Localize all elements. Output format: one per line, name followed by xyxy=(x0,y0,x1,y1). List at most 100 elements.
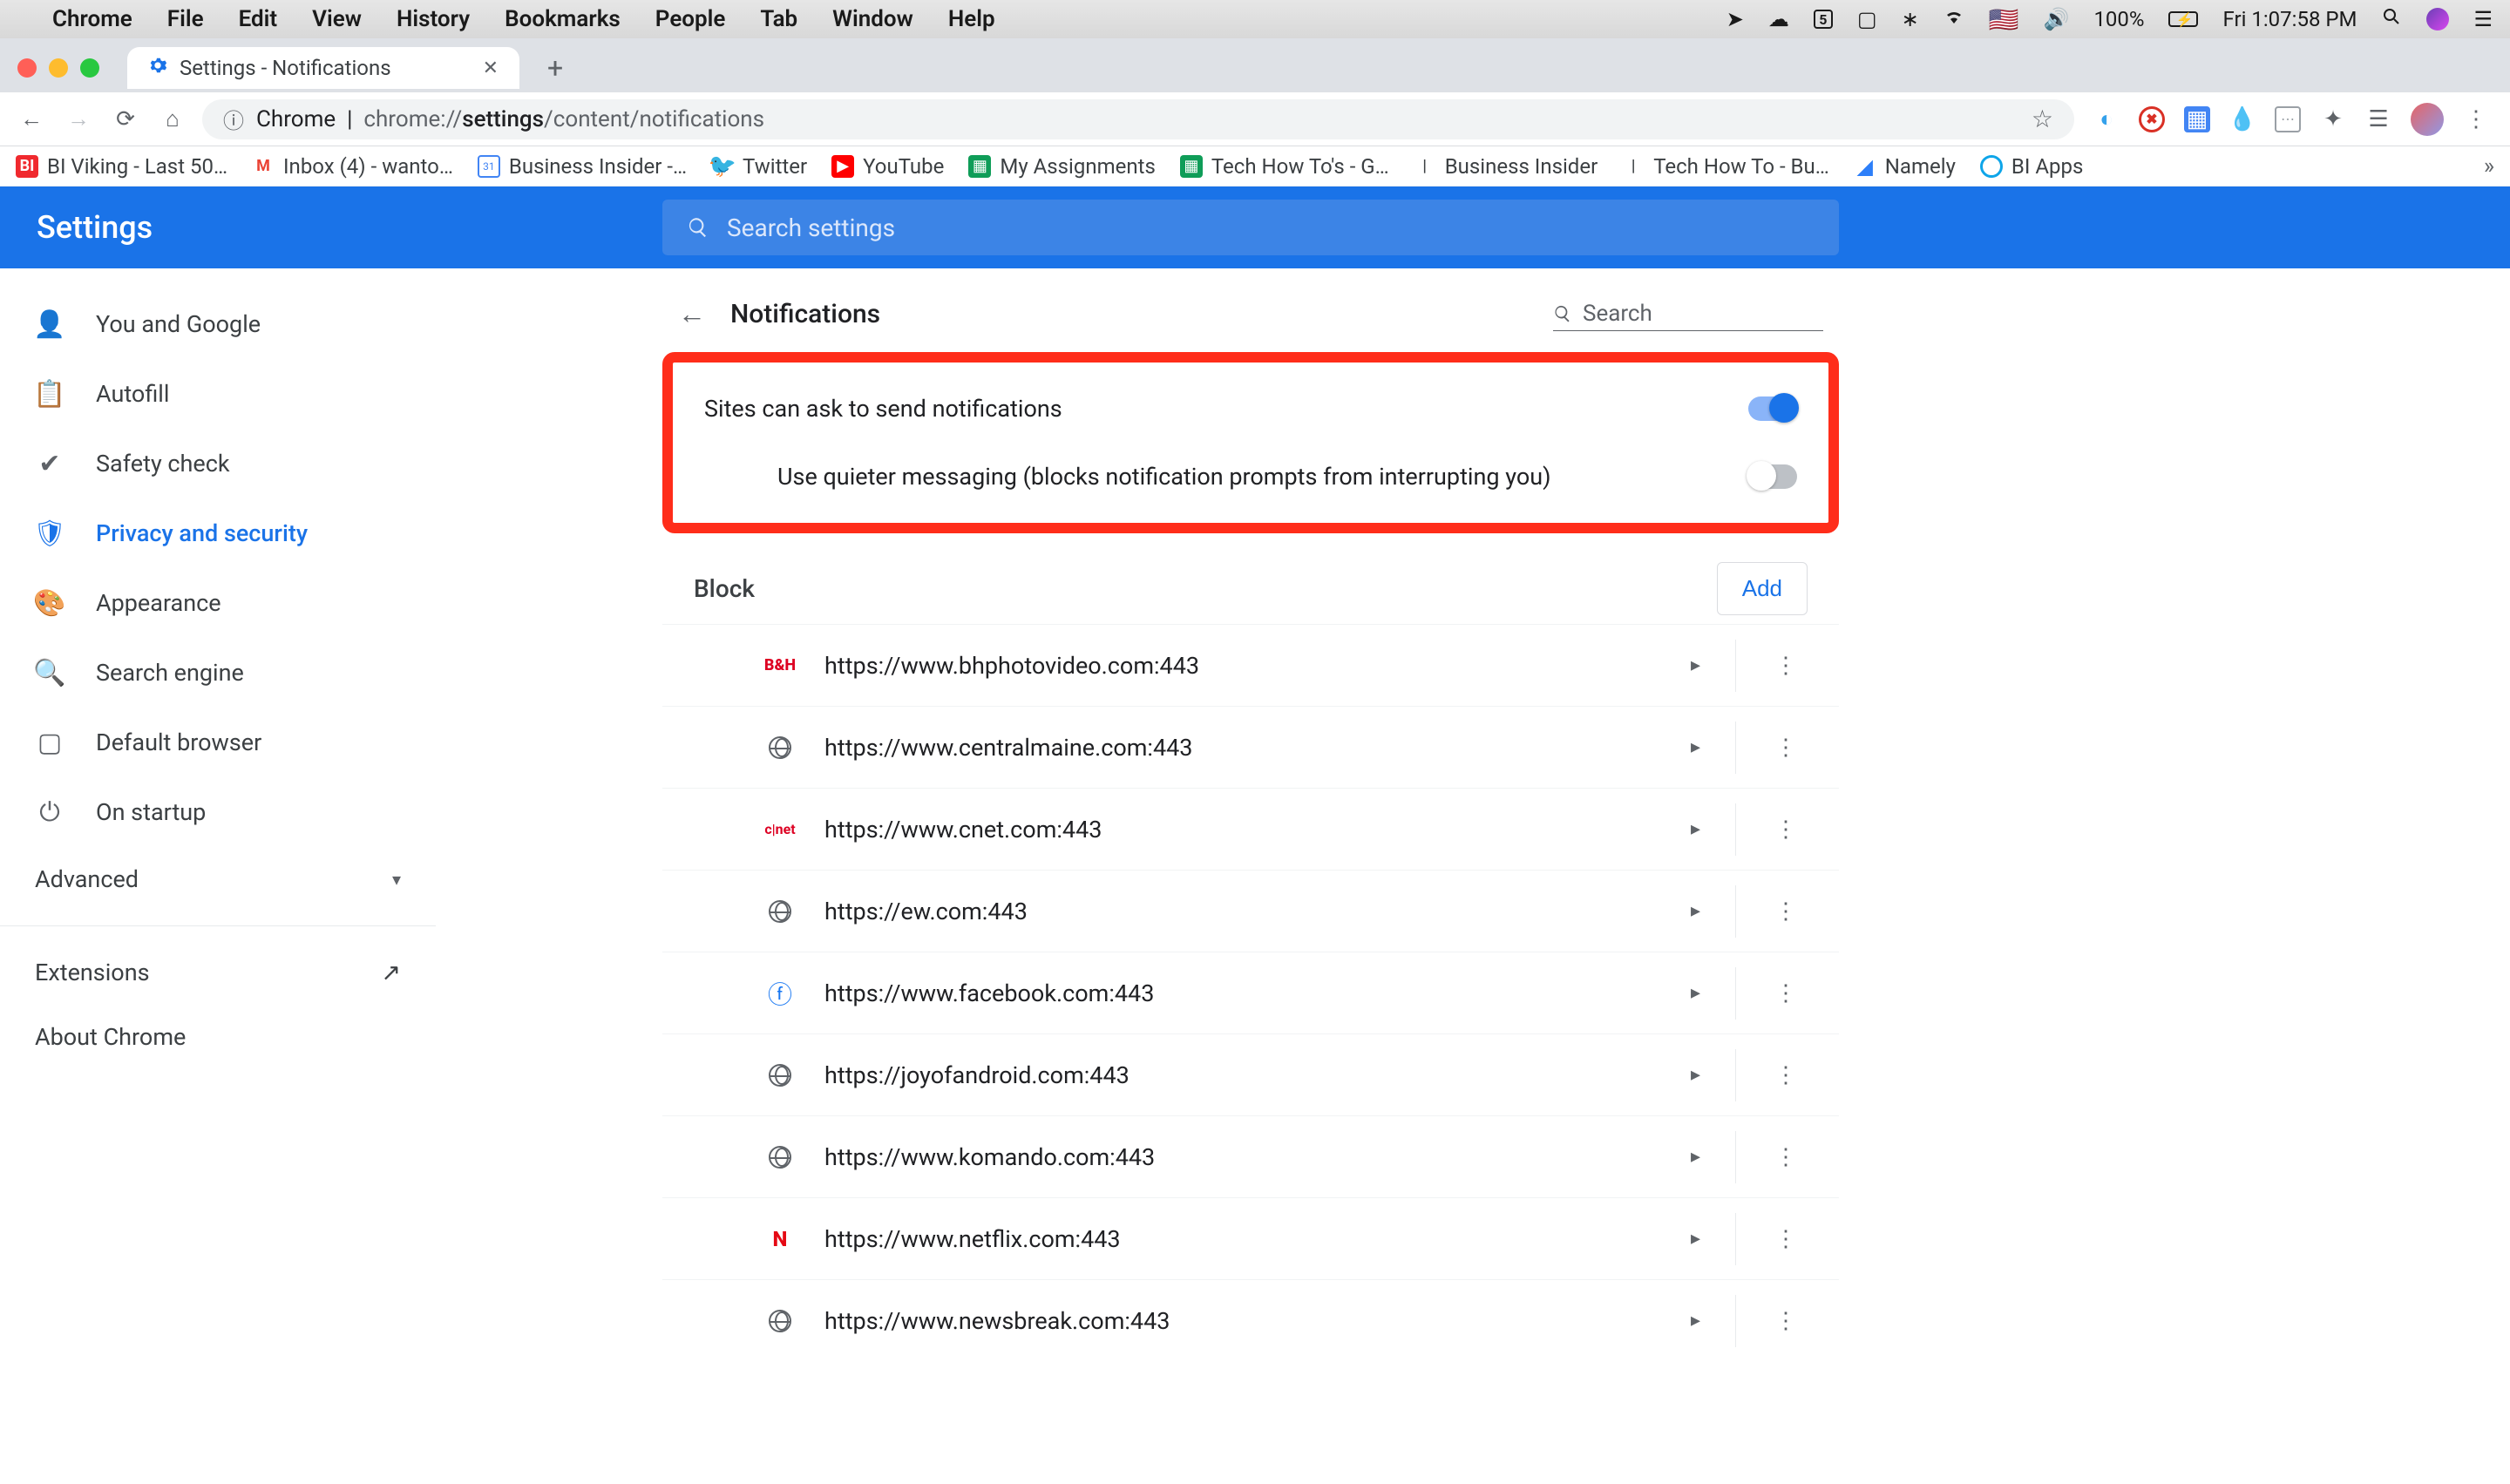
bookmarks-overflow-icon[interactable]: » xyxy=(2484,153,2494,180)
site-menu-button[interactable]: ⋮ xyxy=(1735,640,1808,692)
site-row[interactable]: https://www.centralmaine.com:443 ▸ ⋮ xyxy=(662,706,1839,788)
window-close-button[interactable] xyxy=(17,58,37,78)
site-menu-button[interactable]: ⋮ xyxy=(1735,1131,1808,1183)
chevron-right-icon[interactable]: ▸ xyxy=(1656,654,1735,676)
reload-button[interactable]: ⟳ xyxy=(108,102,143,137)
tab-close-button[interactable]: ✕ xyxy=(483,58,499,79)
chevron-right-icon[interactable]: ▸ xyxy=(1656,1064,1735,1086)
clock[interactable]: Fri 1:07:58 PM xyxy=(2222,7,2357,31)
content-search[interactable]: Search xyxy=(1553,297,1823,331)
sidebar-item-safety-check[interactable]: ✔Safety check xyxy=(0,429,436,498)
menu-app[interactable]: Chrome xyxy=(52,6,132,32)
sidebar-item-search-engine[interactable]: 🔍Search engine xyxy=(0,638,436,708)
add-button[interactable]: Add xyxy=(1717,562,1808,615)
site-row[interactable]: https://ew.com:443 ▸ ⋮ xyxy=(662,870,1839,952)
flag-icon[interactable]: 🇺🇸 xyxy=(1989,5,2019,34)
site-menu-button[interactable]: ⋮ xyxy=(1735,1049,1808,1101)
battery-percent[interactable]: 100% xyxy=(2093,7,2144,31)
siri-icon[interactable] xyxy=(2426,8,2449,30)
site-row[interactable]: ⓕ https://www.facebook.com:443 ▸ ⋮ xyxy=(662,952,1839,1033)
window-minimize-button[interactable] xyxy=(49,58,68,78)
sidebar-item-you-and-google[interactable]: 👤You and Google xyxy=(0,289,436,359)
window-maximize-button[interactable] xyxy=(80,58,99,78)
menu-history[interactable]: History xyxy=(397,6,470,32)
site-menu-button[interactable]: ⋮ xyxy=(1735,1295,1808,1347)
site-menu-button[interactable]: ⋮ xyxy=(1735,803,1808,856)
site-menu-button[interactable]: ⋮ xyxy=(1735,967,1808,1020)
chevron-right-icon[interactable]: ▸ xyxy=(1656,736,1735,758)
bookmark-star-icon[interactable]: ☆ xyxy=(2032,105,2053,133)
menu-tab[interactable]: Tab xyxy=(760,6,797,32)
bookmark-item[interactable]: MInbox (4) - wanto… xyxy=(252,154,453,179)
chevron-right-icon[interactable]: ▸ xyxy=(1656,982,1735,1004)
ext-icon-1[interactable]: ◐ xyxy=(2093,106,2120,132)
menu-bookmarks[interactable]: Bookmarks xyxy=(505,6,621,32)
browser-tab[interactable]: Settings - Notifications ✕ xyxy=(127,47,519,89)
sidebar-about[interactable]: About Chrome xyxy=(0,1005,436,1069)
ext-icon-2[interactable]: ✖ xyxy=(2139,106,2165,132)
bookmark-item[interactable]: BI Apps xyxy=(1980,154,2083,179)
ext-icon-5[interactable]: ⋯ xyxy=(2275,106,2301,132)
sidebar-item-default-browser[interactable]: ▢Default browser xyxy=(0,708,436,777)
control-center-icon[interactable]: ☰ xyxy=(2473,7,2493,31)
bookmark-item[interactable]: |Business Insider xyxy=(1414,154,1598,179)
back-button[interactable]: ← xyxy=(14,102,49,137)
sidebar-item-on-startup[interactable]: ⏻On startup xyxy=(0,777,436,847)
bookmark-item[interactable]: ▶YouTube xyxy=(831,154,944,179)
chevron-right-icon[interactable]: ▸ xyxy=(1656,1228,1735,1250)
toggle-switch[interactable] xyxy=(1748,396,1797,421)
toggle-switch[interactable] xyxy=(1748,464,1797,489)
volume-icon[interactable]: 🔊 xyxy=(2044,7,2070,31)
site-menu-button[interactable]: ⋮ xyxy=(1735,722,1808,774)
chrome-menu-button[interactable]: ⋮ xyxy=(2463,106,2489,132)
site-row[interactable]: N https://www.netflix.com:443 ▸ ⋮ xyxy=(662,1197,1839,1279)
sidebar-advanced[interactable]: Advanced▾ xyxy=(0,847,436,911)
new-tab-button[interactable]: + xyxy=(547,51,563,85)
site-menu-button[interactable]: ⋮ xyxy=(1735,1213,1808,1265)
bookmark-item[interactable]: ▦Tech How To's - G… xyxy=(1180,154,1389,179)
location-icon[interactable]: ➤ xyxy=(1726,7,1744,31)
sidebar-item-appearance[interactable]: 🎨Appearance xyxy=(0,568,436,638)
battery-icon[interactable]: ⚡ xyxy=(2168,11,2198,27)
extensions-puzzle-icon[interactable]: ✦ xyxy=(2320,106,2346,132)
bookmark-item[interactable]: ▦My Assignments xyxy=(968,154,1156,179)
toggle-sites-can-ask[interactable]: Sites can ask to send notifications xyxy=(673,375,1828,443)
site-row[interactable]: B&H https://www.bhphotovideo.com:443 ▸ ⋮ xyxy=(662,624,1839,706)
profile-avatar[interactable] xyxy=(2411,103,2444,136)
airplay-icon[interactable]: ▢ xyxy=(1857,7,1877,31)
chevron-right-icon[interactable]: ▸ xyxy=(1656,1310,1735,1332)
bookmark-item[interactable]: 🐦Twitter xyxy=(711,154,807,179)
spotlight-icon[interactable] xyxy=(2381,6,2402,32)
site-row[interactable]: https://www.komando.com:443 ▸ ⋮ xyxy=(662,1115,1839,1197)
site-row[interactable]: https://www.newsbreak.com:443 ▸ ⋮ xyxy=(662,1279,1839,1361)
sidebar-item-privacy-and-security[interactable]: 🛡Privacy and security xyxy=(0,498,436,568)
site-row[interactable]: https://joyofandroid.com:443 ▸ ⋮ xyxy=(662,1033,1839,1115)
bookmark-item[interactable]: |Tech How To - Bu… xyxy=(1622,154,1829,179)
menu-file[interactable]: File xyxy=(167,6,204,32)
ext-icon-4[interactable]: 💧 xyxy=(2229,106,2256,132)
menu-edit[interactable]: Edit xyxy=(239,6,278,32)
chevron-right-icon[interactable]: ▸ xyxy=(1656,900,1735,922)
shield-5-icon[interactable]: 5 xyxy=(1814,10,1833,29)
home-button[interactable]: ⌂ xyxy=(155,102,190,137)
ext-icon-3[interactable]: ▦ xyxy=(2184,106,2210,132)
bookmark-item[interactable]: ◢Namely xyxy=(1854,154,1956,179)
chevron-right-icon[interactable]: ▸ xyxy=(1656,818,1735,840)
menu-people[interactable]: People xyxy=(655,6,726,32)
sidebar-item-autofill[interactable]: 📋Autofill xyxy=(0,359,436,429)
bookmark-item[interactable]: 31Business Insider -… xyxy=(478,154,687,179)
reading-list-icon[interactable]: ☰ xyxy=(2365,106,2391,132)
site-info-icon[interactable]: ⓘ xyxy=(223,104,244,134)
forward-button[interactable]: → xyxy=(61,102,96,137)
site-row[interactable]: c|net https://www.cnet.com:443 ▸ ⋮ xyxy=(662,788,1839,870)
back-arrow-button[interactable]: ← xyxy=(678,297,706,330)
menu-view[interactable]: View xyxy=(312,6,362,32)
cloud-icon[interactable]: ☁︎ xyxy=(1768,7,1789,31)
chevron-right-icon[interactable]: ▸ xyxy=(1656,1146,1735,1168)
menu-help[interactable]: Help xyxy=(948,6,995,32)
bluetooth-icon[interactable]: ∗ xyxy=(1902,7,1919,31)
toggle-quieter-messaging[interactable]: Use quieter messaging (blocks notificati… xyxy=(673,443,1828,511)
omnibox[interactable]: ⓘ Chrome | chrome://settings/content/not… xyxy=(202,99,2074,139)
settings-search[interactable]: Search settings xyxy=(662,200,1839,255)
sidebar-extensions[interactable]: Extensions↗ xyxy=(0,940,436,1005)
